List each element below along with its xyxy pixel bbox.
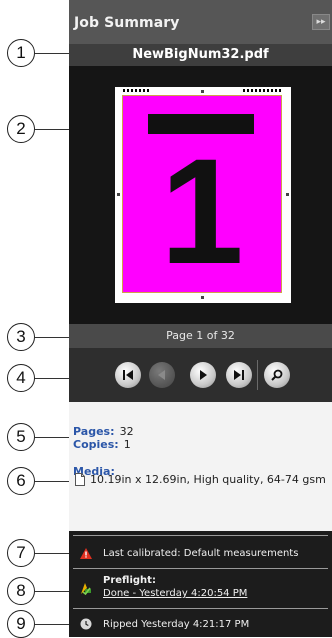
previous-page-button[interactable] [149, 362, 175, 388]
callout-8: 8 [7, 577, 35, 605]
calibration-status: Last calibrated: Default measurements [103, 548, 299, 559]
media-value-row: 10.19in x 12.69in, High quality, 64-74 g… [75, 473, 326, 486]
callout-5-leader [35, 437, 73, 438]
last-page-button[interactable] [226, 362, 252, 388]
status-section: Last calibrated: Default measurements Pr… [69, 531, 332, 637]
page-content: 1 [122, 95, 282, 293]
panel-header: Job Summary ▸▸ [69, 0, 332, 44]
nav-separator [257, 360, 258, 390]
clock-icon [80, 618, 92, 630]
preflight-icon [81, 583, 91, 595]
callout-9: 9 [7, 610, 35, 638]
media-value: 10.19in x 12.69in, High quality, 64-74 g… [90, 473, 326, 486]
callout-2: 2 [7, 115, 35, 143]
registration-bar-right [243, 89, 281, 92]
crop-mark-left [117, 193, 120, 196]
status-divider-top [73, 535, 328, 536]
page-indicator: Page 1 of 32 [69, 324, 332, 348]
previous-page-icon [158, 370, 165, 380]
page-big-number: 1 [160, 127, 244, 295]
zoom-button[interactable] [264, 362, 290, 388]
preflight-label: Preflight: [103, 575, 156, 586]
copies-value: 1 [123, 438, 131, 451]
ripped-status: Ripped Yesterday 4:21:17 PM [103, 619, 250, 630]
callout-4: 4 [7, 364, 35, 392]
callout-3: 3 [7, 323, 35, 351]
status-divider-1 [73, 568, 328, 569]
warning-icon [80, 548, 92, 559]
last-page-icon [234, 370, 244, 380]
status-divider-2 [73, 608, 328, 609]
callout-5: 5 [7, 423, 35, 451]
preflight-status-link[interactable]: Done - Yesterday 4:20:54 PM [103, 588, 247, 599]
job-details: Pages: 32 Copies: 1 Media: 10.19in x 12.… [69, 402, 332, 530]
magnifier-icon [271, 369, 283, 381]
callout-6: 6 [7, 467, 35, 495]
registration-bar-left [123, 89, 149, 92]
job-summary-panel: Job Summary ▸▸ NewBigNum32.pdf 1 Page 1 … [69, 0, 332, 637]
crop-mark-right [286, 193, 289, 196]
callout-7: 7 [7, 539, 35, 567]
first-page-button[interactable] [115, 362, 141, 388]
panel-title: Job Summary [74, 15, 180, 31]
crop-mark-top [201, 90, 204, 93]
copies-row: Copies: 1 [73, 433, 131, 452]
next-page-icon [200, 370, 207, 380]
callout-1: 1 [7, 39, 35, 67]
page-thumbnail[interactable]: 1 [115, 87, 291, 303]
next-page-button[interactable] [190, 362, 216, 388]
page-preview-area: 1 [69, 66, 332, 324]
copies-label: Copies: [73, 438, 119, 451]
document-icon [75, 473, 85, 486]
crop-mark-bottom [201, 296, 204, 299]
page-navigation [69, 348, 332, 402]
file-name: NewBigNum32.pdf [69, 44, 332, 66]
collapse-panel-button[interactable]: ▸▸ [312, 14, 330, 30]
first-page-icon [123, 370, 133, 380]
